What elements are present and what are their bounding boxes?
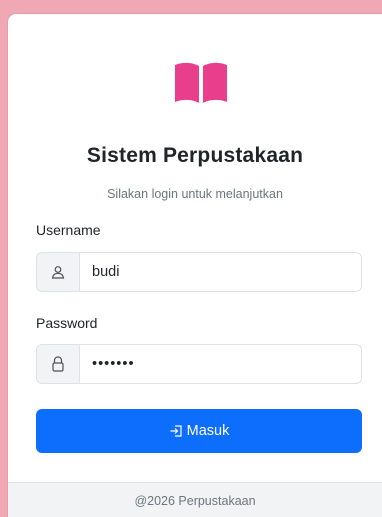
username-input-group[interactable] bbox=[36, 252, 362, 292]
password-label: Password bbox=[36, 315, 98, 331]
login-button-label: Masuk bbox=[186, 423, 230, 439]
login-card: Sistem Perpustakaan Silakan login untuk … bbox=[8, 14, 382, 517]
login-button[interactable]: Masuk bbox=[36, 409, 362, 453]
book-open-icon bbox=[175, 62, 227, 103]
password-input[interactable] bbox=[80, 345, 361, 383]
username-label: Username bbox=[36, 222, 101, 238]
user-icon bbox=[37, 253, 80, 291]
page-title: Sistem Perpustakaan bbox=[86, 144, 304, 167]
password-input-group[interactable] bbox=[36, 344, 362, 384]
username-input[interactable] bbox=[80, 253, 361, 291]
login-icon bbox=[169, 424, 183, 438]
footer: @2026 Perpustakaan bbox=[8, 482, 382, 517]
footer-text: @2026 Perpustakaan bbox=[134, 493, 256, 508]
page-subtitle: Silakan login untuk melanjutkan bbox=[107, 187, 283, 201]
lock-icon bbox=[37, 345, 80, 383]
